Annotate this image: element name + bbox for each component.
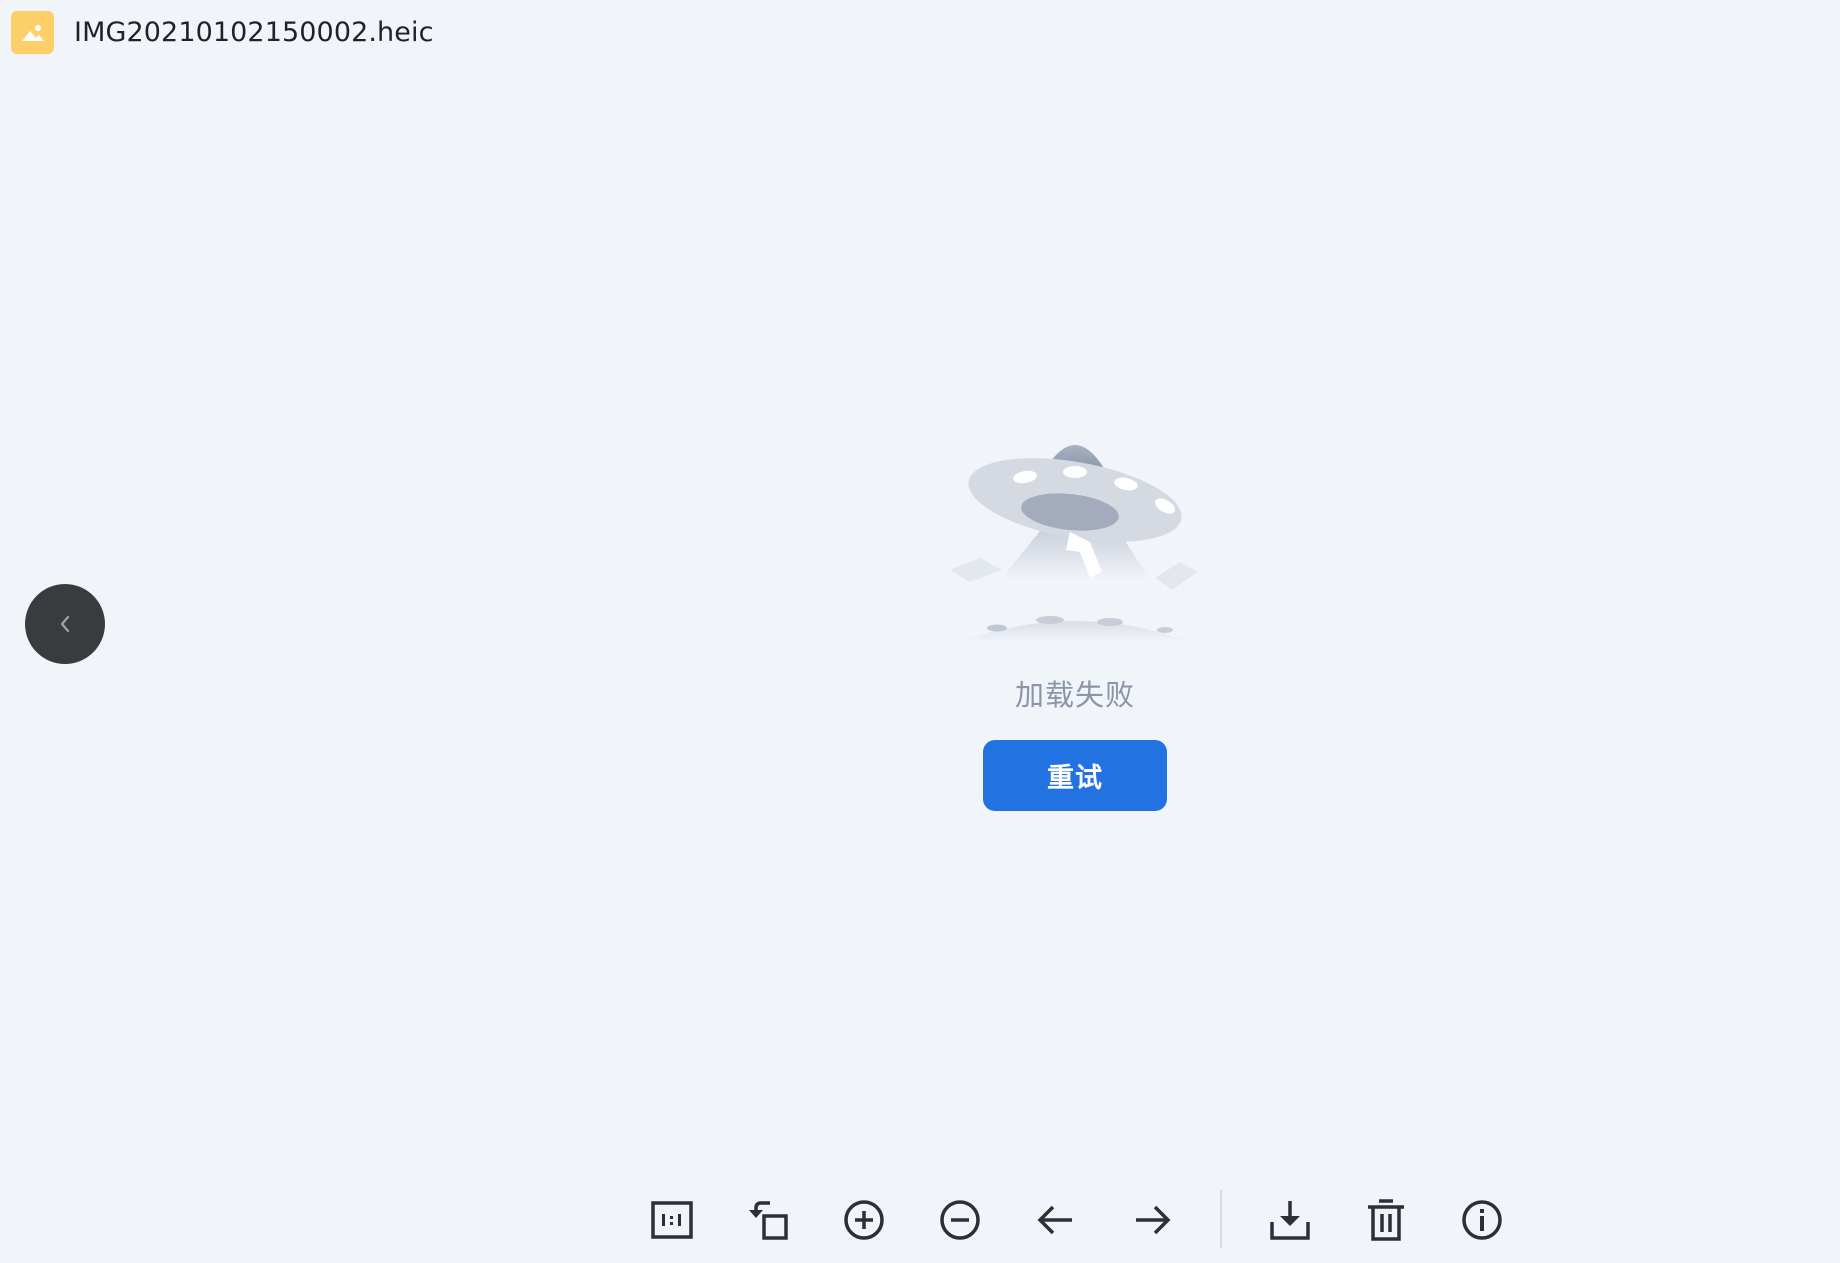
header: IMG20210102150002.heic (0, 0, 434, 64)
download-icon (1270, 1201, 1310, 1240)
trash-icon (1368, 1199, 1404, 1241)
one-to-one-icon (651, 1201, 693, 1239)
info-button[interactable] (1454, 1192, 1510, 1248)
rotate-button[interactable] (740, 1192, 796, 1248)
load-error-panel: 加载失败 重试 (940, 430, 1210, 811)
rotate-left-icon (749, 1201, 788, 1240)
ufo-illustration (950, 445, 1198, 642)
bottom-toolbar (0, 1190, 1840, 1248)
actual-size-button[interactable] (644, 1192, 700, 1248)
previous-button[interactable] (1028, 1192, 1084, 1248)
delete-button[interactable] (1358, 1192, 1414, 1248)
arrow-left-icon (1037, 1205, 1072, 1235)
previous-image-button[interactable] (25, 584, 105, 664)
zoom-out-icon (940, 1200, 980, 1240)
chevron-left-icon (60, 615, 70, 633)
zoom-in-button[interactable] (836, 1192, 892, 1248)
next-button[interactable] (1124, 1192, 1180, 1248)
image-file-icon (11, 10, 54, 54)
file-name: IMG20210102150002.heic (74, 16, 434, 48)
download-button[interactable] (1262, 1192, 1318, 1248)
image-viewer: IMG20210102150002.heic 加载失败 重试 (0, 0, 1840, 1263)
arrow-right-icon (1136, 1205, 1171, 1235)
zoom-out-button[interactable] (932, 1192, 988, 1248)
toolbar-divider (1220, 1190, 1222, 1248)
zoom-in-icon (844, 1200, 884, 1240)
retry-button[interactable]: 重试 (983, 740, 1167, 811)
info-icon (1462, 1200, 1502, 1240)
error-message: 加载失败 (1014, 678, 1135, 712)
